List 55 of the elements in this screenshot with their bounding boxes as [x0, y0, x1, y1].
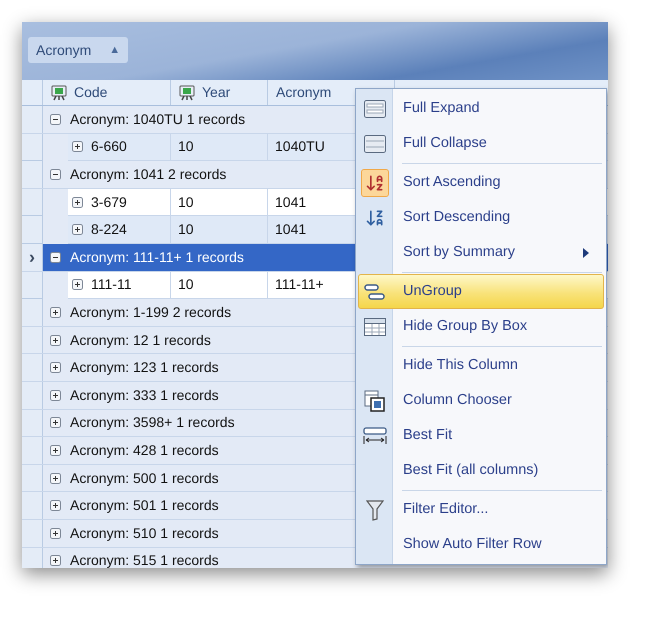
column-header[interactable]: Year: [171, 80, 268, 105]
expand-icon[interactable]: [50, 555, 61, 566]
expand-icon[interactable]: [50, 417, 61, 428]
expand-icon[interactable]: [50, 306, 61, 318]
table-cell: 10: [171, 272, 268, 300]
group-label: Acronym: 1040TU 1 records: [70, 110, 246, 129]
group-label: Acronym: 515 1 records: [70, 551, 219, 568]
expand-icon[interactable]: [72, 224, 83, 236]
group-label: Acronym: 510 1 records: [70, 524, 219, 543]
group-label: Acronym: 501 1 records: [70, 496, 219, 516]
table-cell: 8-224: [68, 216, 171, 244]
expand-icon[interactable]: [50, 444, 61, 456]
row-indicator[interactable]: ›: [22, 244, 43, 271]
expand-icon[interactable]: [50, 334, 61, 346]
filter-icon: [366, 498, 384, 520]
expand-icon[interactable]: [72, 196, 83, 208]
collapse-icon[interactable]: [50, 252, 61, 263]
group-label: Acronym: 428 1 records: [70, 440, 219, 460]
expand-icon[interactable]: [50, 390, 61, 401]
sort-ascending-icon: [365, 172, 385, 192]
group-chip[interactable]: Acronym ▲: [28, 37, 128, 63]
menu-item[interactable]: UnGroup: [358, 274, 604, 309]
collapse-icon[interactable]: [50, 168, 61, 180]
list-icon: [364, 134, 386, 152]
ungroup-icon: [364, 284, 386, 300]
expand-icon[interactable]: [72, 279, 83, 290]
group-label: Acronym: 333 1 records: [70, 386, 219, 405]
group-label: Acronym: 500 1 records: [70, 468, 219, 488]
group-label: Acronym: 12 1 records: [70, 330, 211, 350]
field-icon: [51, 84, 67, 100]
group-label: Acronym: 3598+ 1 records: [70, 413, 235, 432]
table-cell: 10: [171, 216, 268, 244]
table-cell: 10: [171, 188, 268, 216]
table-cell: 111-11: [68, 272, 171, 300]
best-fit-icon: [363, 426, 387, 444]
group-label: Acronym: 123 1 records: [70, 358, 219, 378]
table-cell: 10: [171, 134, 268, 162]
table-cell: 3-679: [68, 188, 171, 216]
indicator-glyph: ›: [29, 248, 35, 266]
group-label: Acronym: 1-199 2 records: [70, 302, 232, 322]
expand-icon[interactable]: [50, 528, 61, 539]
expand-icon[interactable]: [50, 500, 61, 512]
group-label: Acronym: 111-11+ 1 records: [70, 248, 244, 267]
expand-icon[interactable]: [50, 362, 61, 374]
collapse-icon[interactable]: [50, 114, 61, 125]
expand-icon[interactable]: [72, 141, 83, 152]
field-icon: [179, 84, 195, 100]
table-cell: 6-660: [68, 134, 171, 162]
list-icon: [364, 100, 386, 118]
expand-icon[interactable]: [50, 472, 61, 484]
column-chooser-icon: [364, 390, 386, 412]
column-header[interactable]: Code: [43, 80, 171, 105]
table-icon: [364, 318, 386, 336]
group-label: Acronym: 1041 2 records: [70, 164, 226, 184]
sort-descending-icon: [365, 208, 385, 228]
